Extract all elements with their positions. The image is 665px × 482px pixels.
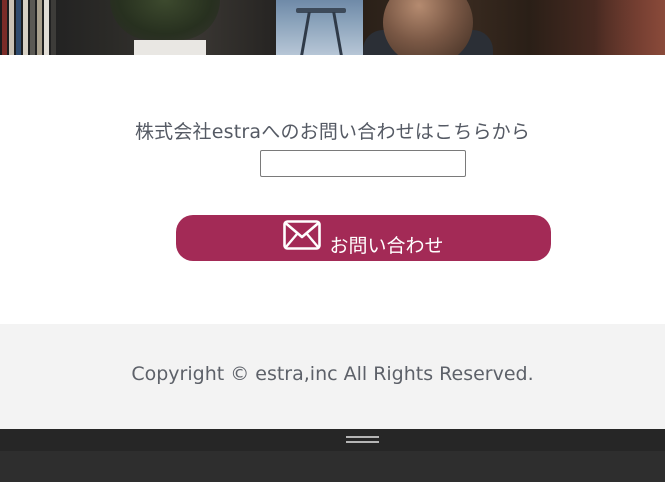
desk-object — [134, 40, 206, 55]
contact-input[interactable] — [260, 150, 466, 177]
hero-photo-office — [0, 0, 276, 55]
copyright-text: Copyright © estra,inc All Rights Reserve… — [131, 363, 534, 385]
envelope-icon — [283, 220, 322, 250]
plant — [110, 0, 220, 40]
hero-photo-desk — [276, 0, 363, 55]
hero-image-strip — [0, 0, 665, 55]
drag-handle-icon[interactable] — [346, 436, 379, 448]
bottom-bar — [0, 429, 665, 482]
bookshelf — [0, 0, 58, 55]
contact-heading: 株式会社estraへのお問い合わせはこちらから — [134, 121, 531, 143]
contact-button[interactable]: お問い合わせ — [176, 215, 551, 261]
contact-button-label: お問い合わせ — [329, 234, 444, 257]
hero-photo-person — [363, 0, 665, 55]
